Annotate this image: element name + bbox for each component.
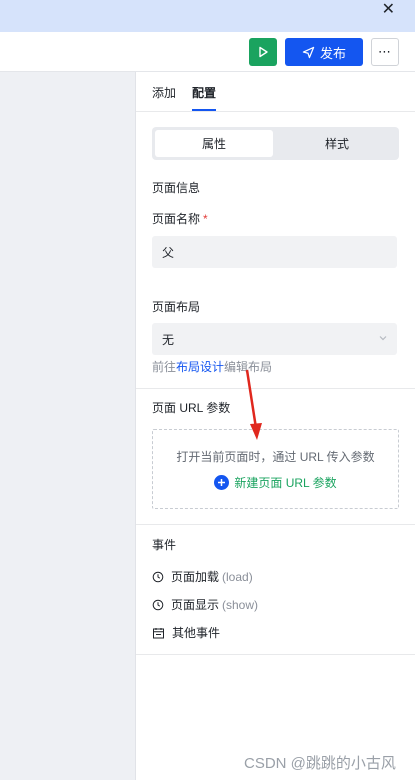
- page-info-title: 页面信息: [152, 181, 201, 195]
- page-name-label: 页面名称 *: [152, 210, 208, 227]
- event-other[interactable]: 其他事件: [152, 624, 220, 641]
- section-divider: [136, 654, 415, 655]
- page-layout-label: 页面布局: [152, 300, 201, 314]
- clock-icon: [152, 571, 164, 582]
- layout-hint-suffix: 编辑布局: [224, 360, 273, 374]
- tab-config[interactable]: 配置: [192, 84, 216, 101]
- run-button[interactable]: [249, 38, 277, 66]
- page-name-label-text: 页面名称: [152, 212, 201, 226]
- section-divider: [136, 524, 415, 525]
- segment-style[interactable]: 样式: [278, 130, 396, 157]
- active-tab-indicator: [192, 109, 216, 111]
- publish-button[interactable]: 发布: [285, 38, 363, 66]
- required-mark: *: [203, 212, 208, 226]
- page-name-value: 父: [162, 245, 175, 260]
- watermark: CSDN @跳跳的小古风: [244, 755, 396, 772]
- calendar-icon: [153, 627, 164, 638]
- canvas-area: [0, 72, 136, 780]
- close-icon[interactable]: ✕: [382, 1, 395, 19]
- url-params-title: 页面 URL 参数: [152, 401, 231, 415]
- events-title: 事件: [152, 538, 177, 552]
- add-url-param-button[interactable]: 新建页面 URL 参数: [153, 474, 398, 491]
- event-label: 其他事件: [172, 626, 221, 640]
- window-titlebar: ✕: [0, 0, 415, 32]
- segment-attributes[interactable]: 属性: [155, 130, 273, 157]
- event-sub: (load): [222, 570, 253, 584]
- publish-label: 发布: [319, 45, 346, 61]
- clock-icon: [152, 599, 164, 610]
- layout-hint-prefix: 前往: [152, 360, 177, 374]
- layout-hint: 前往布局设计编辑布局: [152, 358, 272, 375]
- event-sub: (show): [222, 598, 259, 612]
- event-label: 页面显示: [171, 598, 220, 612]
- event-label: 页面加载: [171, 570, 220, 584]
- page-name-input[interactable]: 父: [152, 236, 397, 268]
- more-icon: ⋯: [378, 44, 392, 59]
- event-page-load[interactable]: 页面加载 (load): [152, 568, 253, 585]
- page-layout-select[interactable]: 无: [152, 323, 397, 355]
- event-page-show[interactable]: 页面显示 (show): [152, 596, 258, 613]
- section-divider: [136, 388, 415, 389]
- top-toolbar: 发布 ⋯: [0, 32, 415, 72]
- tab-add[interactable]: 添加: [152, 84, 176, 101]
- send-icon: [302, 46, 315, 58]
- play-icon: [259, 46, 268, 58]
- panel-tabs: 添加 配置: [136, 72, 415, 112]
- url-params-empty-box: 打开当前页面时，通过 URL 传入参数 新建页面 URL 参数: [152, 429, 399, 509]
- chevron-down-icon: [379, 336, 387, 341]
- add-url-param-label: 新建页面 URL 参数: [234, 476, 337, 490]
- attr-style-switch: 属性 样式: [152, 127, 399, 160]
- url-params-description: 打开当前页面时，通过 URL 传入参数: [176, 450, 375, 464]
- layout-design-link[interactable]: 布局设计: [176, 360, 224, 374]
- more-button[interactable]: ⋯: [371, 38, 399, 66]
- page-layout-value: 无: [162, 332, 175, 347]
- config-panel: 添加 配置 属性 样式 页面信息 页面名称 * 父 页面布局 无 前往布局设计编辑…: [136, 72, 415, 780]
- plus-circle-icon: [214, 475, 230, 490]
